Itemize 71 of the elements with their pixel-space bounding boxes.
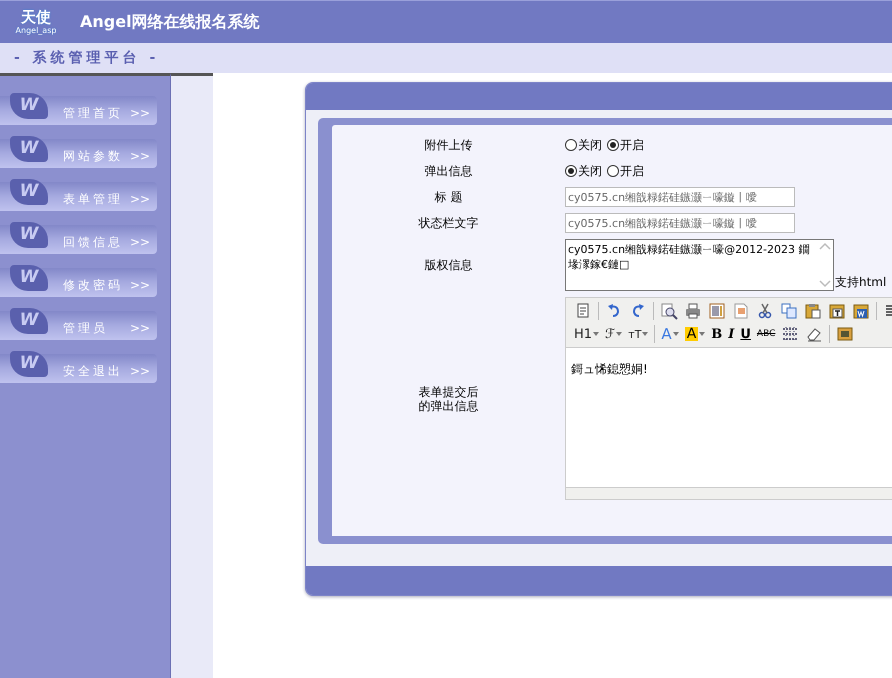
sidebar-item-arrow: >> [130, 277, 150, 294]
toolbar-button[interactable]: H1 [574, 325, 600, 343]
sidebar-item-arrow: >> [130, 191, 150, 208]
copy-icon[interactable] [780, 302, 798, 320]
paste-text-icon[interactable] [828, 302, 846, 320]
sidebar-item-label: 管理首页 [63, 105, 123, 122]
header-title: Angel网络在线报名系统 [80, 11, 260, 33]
sidebar-item-label: 管理员 [63, 320, 108, 337]
text-area-value: cy0575.cn缃戠粶鍩硅鏃灏ㄧ嚎@2012-2023 鐗堟潈鎵€鏈□ [568, 243, 810, 271]
sidebar-item[interactable]: W 管理员 >> [0, 311, 157, 340]
toolbar-button[interactable]: ABC [756, 325, 776, 343]
sidebar-item[interactable]: W 安全退出 >> [0, 354, 157, 383]
sidebar-item-label: 表单管理 [63, 191, 123, 208]
paste-icon[interactable] [804, 302, 822, 320]
toolbar-button[interactable]: ℱ [605, 325, 622, 343]
field-label: 版权信息 [424, 258, 472, 272]
sidebar-item-badge: W [10, 351, 48, 377]
radio-label: 开启 [620, 163, 644, 180]
sidebar-item-badge: W [10, 308, 48, 334]
sidebar-item[interactable]: W 网站参数 >> [0, 139, 157, 168]
sidebar-item-arrow: >> [130, 320, 150, 337]
toolbar-button[interactable]: тT [628, 325, 648, 343]
sidebar-item[interactable]: W 表单管理 >> [0, 182, 157, 211]
field-label: 状态栏文字 [418, 216, 478, 230]
sidebar-item-label: 网站参数 [63, 148, 123, 165]
radio-label: 开启 [620, 137, 644, 154]
sidebar-item[interactable]: W 修改密码 >> [0, 268, 157, 297]
hint-text: 支持html [835, 274, 886, 291]
logo-text: 天使 [21, 10, 51, 24]
editor-text: 鎶ュ悕鎴愬姛! [571, 362, 648, 376]
sidebar-item-badge: W [10, 265, 48, 291]
sidebar-item-label: 安全退出 [63, 363, 123, 380]
field-label: 表单提交后的弹出信息 [418, 384, 480, 412]
radio-button[interactable] [565, 139, 577, 151]
sidebar-item-label: 回馈信息 [63, 234, 123, 251]
sidebar-item-badge: W [10, 179, 48, 205]
toolbar-button[interactable]: U [740, 325, 751, 343]
sidebar-item-badge: W [10, 93, 48, 119]
preview-icon[interactable] [660, 302, 678, 320]
logo-subtext: Angel_asp [16, 26, 56, 34]
sidebar-item-arrow: >> [130, 105, 150, 122]
sidebar-item-label: 修改密码 [63, 277, 123, 294]
radio-label: 关闭 [578, 137, 602, 154]
radio-button[interactable] [607, 165, 619, 177]
code-icon[interactable] [732, 302, 750, 320]
sidebar-item[interactable]: W 管理首页 >> [0, 96, 157, 125]
field-label: 标 题 [434, 190, 462, 204]
field-label: 附件上传 [424, 138, 472, 152]
radio-button[interactable] [607, 139, 619, 151]
template-icon[interactable] [708, 302, 726, 320]
subheader-title: - 系统管理平台 - [14, 48, 160, 68]
radio-button[interactable] [565, 165, 577, 177]
sidebar-item-badge: W [10, 136, 48, 162]
image-icon[interactable] [836, 325, 854, 343]
sidebar-item-arrow: >> [130, 363, 150, 380]
sidebar-item-arrow: >> [130, 148, 150, 165]
cut-icon[interactable] [756, 302, 774, 320]
print-icon[interactable] [684, 302, 702, 320]
sidebar-item-arrow: >> [130, 234, 150, 251]
toolbar-button[interactable]: I [728, 325, 734, 343]
toolbar-button[interactable]: A [661, 325, 679, 343]
sidebar-item-badge: W [10, 222, 48, 248]
text-input[interactable]: cy0575.cn缃戠粶鍩硅鏃灏ㄧ嚎鏇丨噯 [565, 187, 795, 207]
table-icon[interactable] [781, 325, 800, 343]
toolbar-button[interactable]: B [711, 325, 722, 343]
sidebar-item[interactable]: W 回馈信息 >> [0, 225, 157, 254]
radio-label: 关闭 [578, 163, 602, 180]
field-label: 弹出信息 [424, 164, 472, 178]
text-input[interactable]: cy0575.cn缃戠粶鍩硅鏃灏ㄧ嚎鏇丨噯 [565, 213, 795, 233]
editor-content[interactable]: 鎶ュ悕鎴愬姛! [566, 348, 892, 487]
paste-word-icon[interactable] [852, 302, 870, 320]
